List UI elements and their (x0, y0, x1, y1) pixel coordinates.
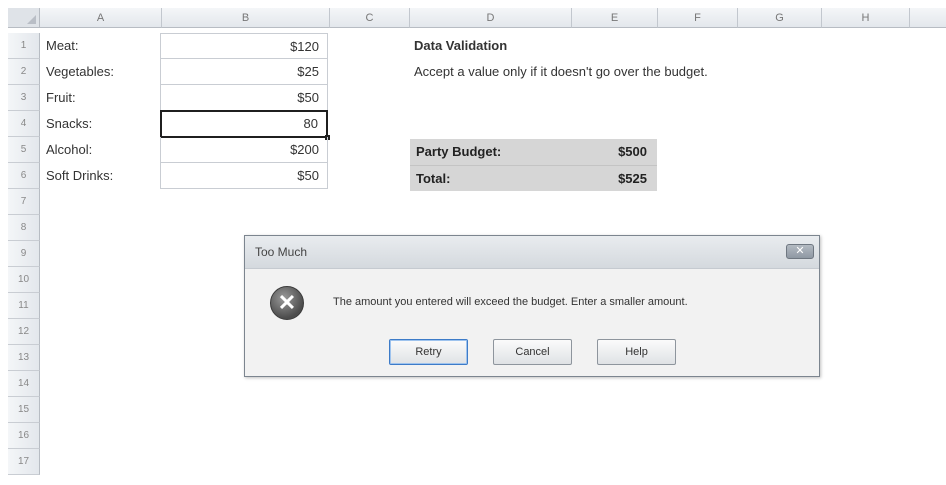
row-header[interactable]: 14 (8, 371, 40, 397)
total-row[interactable]: Total: $525 (410, 165, 657, 192)
row-header[interactable]: 8 (8, 215, 40, 241)
column-header-g[interactable]: G (738, 8, 822, 28)
total-label: Total: (416, 171, 451, 186)
row-header[interactable]: 6 (8, 163, 40, 189)
cell-a2[interactable]: Vegetables: (44, 59, 114, 85)
row-header[interactable]: 11 (8, 293, 40, 319)
budget-summary: Party Budget: $500 Total: $525 (410, 139, 657, 191)
total-value: $525 (618, 171, 647, 186)
column-header-f[interactable]: F (658, 8, 738, 28)
cell-b5[interactable]: $200 (160, 137, 328, 163)
cell-a3[interactable]: Fruit: (44, 85, 76, 111)
retry-button[interactable]: Retry (389, 339, 468, 365)
row-header[interactable]: 2 (8, 59, 40, 85)
row-header[interactable]: 9 (8, 241, 40, 267)
row-header[interactable]: 7 (8, 189, 40, 215)
row-header[interactable]: 4 (8, 111, 40, 137)
cell-a6[interactable]: Soft Drinks: (44, 163, 113, 189)
row-header[interactable]: 12 (8, 319, 40, 345)
dialog-message: The amount you entered will exceed the b… (333, 296, 688, 308)
cell-a4[interactable]: Snacks: (44, 111, 92, 137)
cell-b6[interactable]: $50 (160, 163, 328, 189)
row-header[interactable]: 1 (8, 33, 40, 59)
dialog-titlebar[interactable]: Too Much ✕ (245, 236, 819, 269)
party-budget-row[interactable]: Party Budget: $500 (410, 139, 657, 165)
cancel-button[interactable]: Cancel (493, 339, 572, 365)
column-header-i[interactable] (910, 8, 946, 28)
row-header[interactable]: 10 (8, 267, 40, 293)
column-header-c[interactable]: C (330, 8, 410, 28)
column-header-b[interactable]: B (162, 8, 330, 28)
cell-b1[interactable]: $120 (160, 33, 328, 59)
cell-d1-title[interactable]: Data Validation (414, 33, 507, 59)
party-budget-value: $500 (618, 144, 647, 159)
spreadsheet: A B C D E F G H 1 2 3 4 5 6 7 8 9 10 11 … (0, 0, 946, 485)
error-dialog: Too Much ✕ ✕ The amount you entered will… (244, 235, 820, 377)
cell-a5[interactable]: Alcohol: (44, 137, 92, 163)
column-header-e[interactable]: E (572, 8, 658, 28)
cell-b3[interactable]: $50 (160, 85, 328, 111)
cell-b2[interactable]: $25 (160, 59, 328, 85)
party-budget-label: Party Budget: (416, 144, 502, 159)
column-header-a[interactable]: A (40, 8, 162, 28)
row-header[interactable]: 15 (8, 397, 40, 423)
row-header[interactable]: 3 (8, 85, 40, 111)
help-button[interactable]: Help (597, 339, 676, 365)
row-header[interactable]: 13 (8, 345, 40, 371)
error-icon: ✕ (270, 286, 304, 320)
cell-b4-active[interactable]: 80 (160, 110, 330, 140)
row-header[interactable]: 17 (8, 449, 40, 475)
column-header-d[interactable]: D (410, 8, 572, 28)
dialog-title: Too Much (255, 245, 308, 259)
row-header[interactable]: 5 (8, 137, 40, 163)
select-all-corner[interactable] (8, 8, 40, 28)
close-button[interactable]: ✕ (786, 244, 814, 259)
cell-d2-description[interactable]: Accept a value only if it doesn't go ove… (414, 59, 708, 85)
column-header-h[interactable]: H (822, 8, 910, 28)
cell-a1[interactable]: Meat: (44, 33, 79, 59)
row-header[interactable]: 16 (8, 423, 40, 449)
